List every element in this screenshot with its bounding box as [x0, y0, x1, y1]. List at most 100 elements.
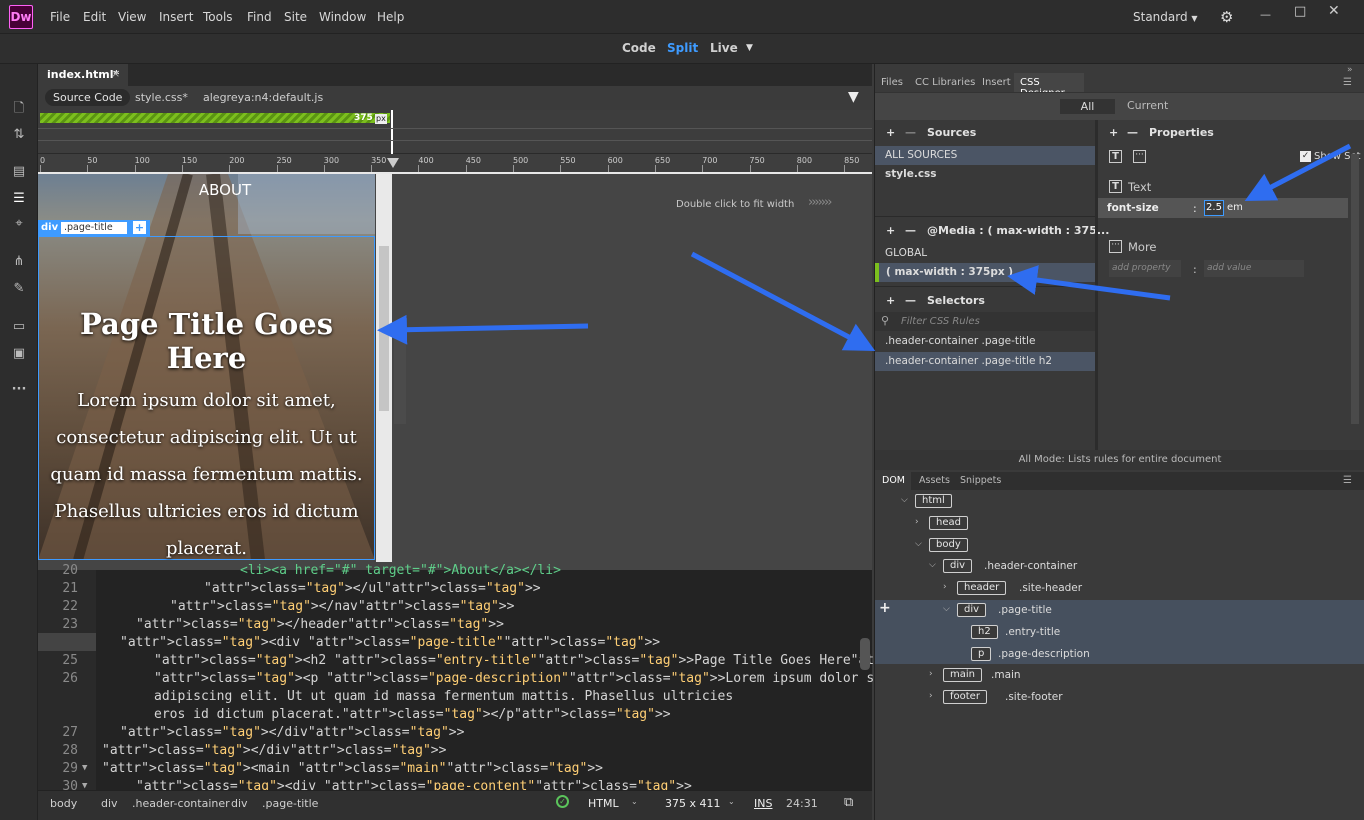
tab-snippets[interactable]: Snippets — [960, 475, 1001, 486]
resize-handle[interactable] — [394, 334, 406, 424]
code-line[interactable]: "attr">class="tag"></div"attr">class="ta… — [102, 743, 446, 758]
no-errors-icon[interactable]: ✓ — [556, 795, 569, 808]
nav-about-link[interactable]: ABOUT — [38, 181, 375, 199]
doc-tab-index[interactable]: index.html* × — [38, 64, 128, 86]
chevron-right-icon[interactable]: › — [943, 582, 947, 592]
chevron-right-icon[interactable]: › — [929, 691, 933, 701]
remove-selector-icon[interactable]: — — [905, 294, 916, 307]
dom-node-p[interactable]: p — [971, 646, 992, 661]
related-file-font[interactable]: alegreya:n4:default.js — [203, 91, 323, 104]
code-view[interactable]: 2021222324▼2526272829▼30▼ <li><a href="#… — [38, 563, 1187, 794]
collapse-panel-icon[interactable]: » — [1347, 65, 1353, 75]
menu-site[interactable]: Site — [284, 10, 307, 24]
dom-node-footer[interactable]: footer — [943, 690, 987, 705]
page-properties-icon[interactable]: ▤ — [11, 164, 27, 180]
menu-help[interactable]: Help — [377, 10, 404, 24]
add-class-button[interactable]: + — [133, 221, 146, 234]
comment-icon[interactable]: ▭ — [11, 319, 27, 335]
sync-settings-icon[interactable]: ⚙ — [1220, 8, 1233, 26]
font-size-property-row[interactable]: font-size : 2.5 em — [1098, 198, 1348, 218]
add-value-input[interactable]: add value — [1204, 260, 1304, 277]
dom-node-div[interactable]: div — [957, 603, 987, 617]
new-document-icon[interactable]: 🗋 — [11, 101, 27, 117]
code-line[interactable]: "attr">class="tag"></ul"attr">class="tag… — [204, 581, 541, 596]
workspace-switcher[interactable]: Standard ▼ — [1133, 10, 1198, 24]
add-element-icon[interactable]: + — [879, 600, 891, 616]
dom-panel-menu-icon[interactable]: ☰ — [1343, 475, 1352, 486]
code-navigator-icon[interactable]: ⋔ — [11, 254, 27, 270]
text-category-icon[interactable]: T — [1109, 150, 1122, 163]
selector-filter[interactable]: ⚲ Filter CSS Rules — [875, 312, 1095, 331]
chevron-down-icon[interactable]: ⌵ — [943, 604, 950, 614]
live-dropdown-icon[interactable]: ▼ — [746, 43, 753, 53]
code-view-button[interactable]: Code — [622, 41, 656, 55]
live-view-button[interactable]: Live — [710, 41, 738, 55]
max-width-bar[interactable] — [40, 113, 390, 123]
tab-cc-libraries[interactable]: CC Libraries — [915, 77, 975, 88]
chevron-right-icon[interactable]: › — [915, 517, 919, 527]
width-indicator[interactable] — [391, 110, 393, 154]
maximize-icon[interactable]: □ — [1294, 4, 1306, 19]
add-source-icon[interactable]: + — [886, 126, 895, 139]
element-inspect-icon[interactable]: ⌖ — [11, 216, 27, 232]
preview-device-icon[interactable]: ⧉ — [844, 795, 853, 810]
menu-window[interactable]: Window — [319, 10, 366, 24]
show-set-checkbox[interactable]: ✓ — [1300, 151, 1311, 162]
menu-file[interactable]: File — [50, 10, 70, 24]
chevron-down-icon[interactable]: ⌵ — [915, 539, 922, 549]
selector-page-title-h2[interactable]: .header-container .page-title h2 — [875, 352, 1095, 371]
chevron-down-icon[interactable]: ⌵ — [901, 495, 908, 505]
related-file-style[interactable]: style.css* — [135, 91, 188, 104]
filter-icon[interactable]: ▼ — [848, 89, 859, 105]
preview-icon[interactable]: ▣ — [11, 346, 27, 362]
code-line[interactable]: <li><a href="#" target="#">About</a></li… — [240, 563, 561, 578]
add-media-icon[interactable]: + — [886, 224, 895, 237]
close-tab-icon[interactable]: × — [111, 67, 120, 80]
code-line[interactable]: "attr">class="tag"><div "attr">class="pa… — [120, 635, 660, 650]
window-size-select[interactable]: 375 x 411 — [665, 797, 721, 810]
format-source-icon[interactable]: ☰ — [11, 191, 27, 207]
tab-assets[interactable]: Assets — [919, 475, 950, 486]
breadcrumb-page-title[interactable]: .page-title — [262, 797, 318, 810]
code-line[interactable]: adipiscing elit. Ut ut quam id massa fer… — [154, 689, 733, 704]
page-description[interactable]: Lorem ipsum dolor sit amet, consectetur … — [44, 382, 369, 560]
code-scrollbar-thumb[interactable] — [860, 638, 870, 670]
close-icon[interactable]: ✕ — [1328, 3, 1340, 19]
code-line[interactable]: "attr">class="tag"></nav"attr">class="ta… — [170, 599, 514, 614]
tag-chooser-icon[interactable]: ✎ — [11, 281, 27, 297]
ruler-handle-icon[interactable] — [387, 158, 399, 168]
add-selector-icon[interactable]: + — [886, 294, 895, 307]
code-line[interactable]: "attr">class="tag"></div"attr">class="ta… — [120, 725, 464, 740]
tab-insert[interactable]: Insert — [982, 77, 1011, 88]
tab-files[interactable]: Files — [881, 77, 903, 88]
media-global[interactable]: GLOBAL — [875, 244, 1095, 263]
menu-view[interactable]: View — [118, 10, 146, 24]
more-category-icon[interactable]: ··· — [1133, 150, 1146, 163]
property-unit[interactable]: em — [1227, 202, 1243, 213]
breadcrumb-div[interactable]: div — [101, 797, 118, 810]
panel-menu-icon[interactable]: ☰ — [1343, 77, 1352, 88]
dom-node-head[interactable]: head — [929, 515, 968, 530]
source-style-css[interactable]: style.css — [875, 165, 1095, 184]
menu-tools[interactable]: Tools — [203, 10, 233, 24]
chevron-right-icon[interactable]: › — [929, 669, 933, 679]
breadcrumb-header-container[interactable]: .header-container — [132, 797, 230, 810]
dom-node-h2[interactable]: h2 — [971, 624, 998, 639]
menu-find[interactable]: Find — [247, 10, 272, 24]
dom-node-html[interactable]: html — [915, 494, 952, 508]
chevron-down-icon[interactable]: ⌵ — [929, 560, 936, 570]
add-property-input[interactable]: add property — [1109, 260, 1181, 277]
tab-dom[interactable]: DOM — [875, 472, 911, 490]
scrollbar-thumb[interactable] — [379, 246, 389, 411]
all-mode-button[interactable]: All — [1060, 99, 1115, 114]
media-max-width-375[interactable]: ( max-width : 375px ) — [875, 263, 1095, 282]
code-line[interactable]: eros id dictum placerat."attr">class="ta… — [154, 707, 671, 722]
dom-node-div[interactable]: div — [943, 559, 973, 574]
file-transfer-icon[interactable]: ⇅ — [11, 127, 27, 143]
remove-property-icon[interactable]: — — [1127, 126, 1138, 139]
more-tools-icon[interactable]: ··· — [11, 382, 27, 398]
dom-node-main[interactable]: main — [943, 668, 982, 683]
related-file-source[interactable]: Source Code — [45, 89, 131, 106]
property-value-input[interactable]: 2.5 — [1204, 200, 1224, 216]
source-all[interactable]: ALL SOURCES — [875, 146, 1095, 165]
